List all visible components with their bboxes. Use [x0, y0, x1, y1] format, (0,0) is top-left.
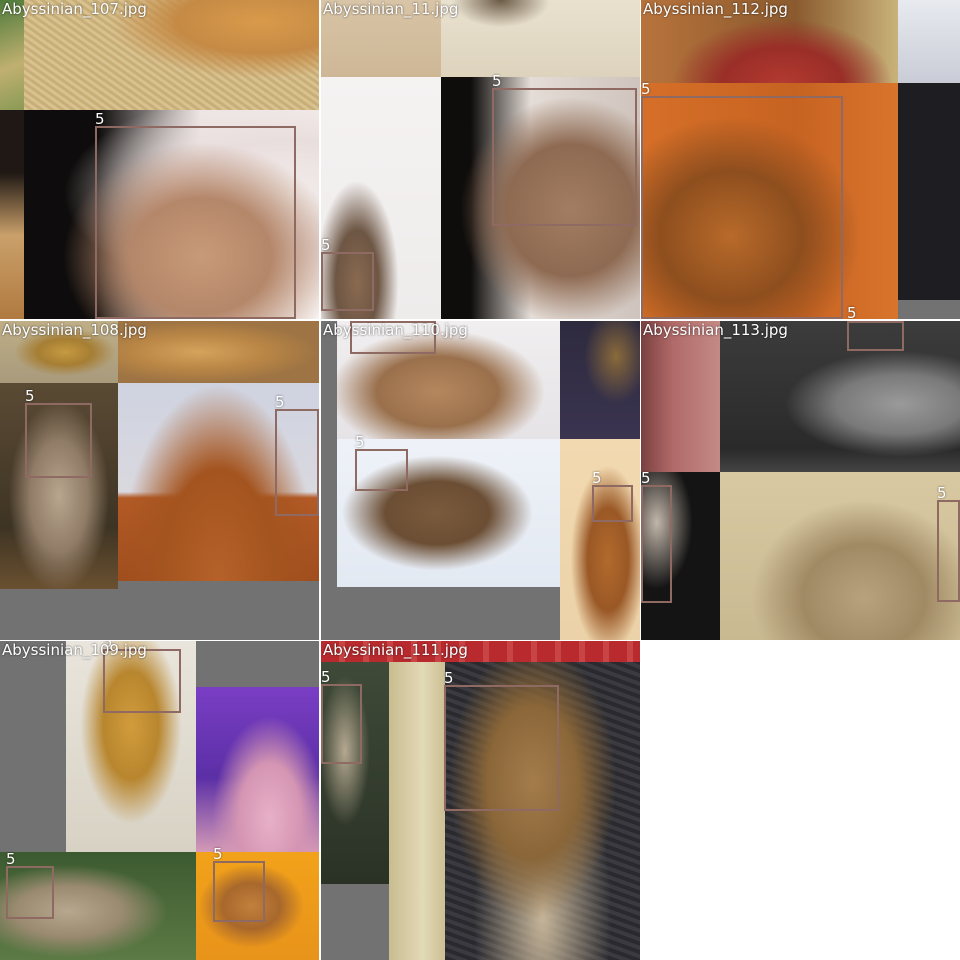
- bounding-box: [6, 866, 54, 919]
- image-filename: Abyssinian_110.jpg: [323, 321, 468, 339]
- image-filename: Abyssinian_108.jpg: [2, 321, 147, 339]
- bounding-box: [641, 96, 843, 319]
- bounding-box: [25, 403, 92, 478]
- box-class-label: 5: [641, 469, 651, 487]
- image-crop: [389, 662, 445, 960]
- box-class-label: 5: [275, 393, 285, 411]
- image-crop: [720, 472, 960, 640]
- bounding-box: [321, 252, 374, 311]
- box-class-label: 5: [847, 304, 857, 320]
- box-class-label: 5: [492, 72, 502, 90]
- image-crop: [118, 321, 319, 383]
- image-filename: Abyssinian_109.jpg: [2, 641, 147, 659]
- image-filename: Abyssinian_111.jpg: [323, 641, 468, 659]
- image-crop: [441, 0, 640, 77]
- box-class-label: 5: [25, 387, 35, 405]
- image-crop: [196, 687, 319, 852]
- box-class-label: 5: [937, 484, 947, 502]
- image-filename: Abyssinian_112.jpg: [643, 0, 788, 18]
- image-filename: Abyssinian_113.jpg: [643, 321, 788, 339]
- bounding-box: [641, 485, 672, 603]
- image-filename: Abyssinian_11.jpg: [323, 0, 459, 18]
- bounding-box: [321, 684, 362, 764]
- bounding-box: [937, 500, 960, 602]
- mosaic-tile: 5 5 Abyssinian_111.jpg: [321, 641, 640, 960]
- bounding-box: [213, 861, 265, 922]
- box-class-label: 5: [444, 669, 454, 687]
- box-class-label: 5: [847, 321, 857, 322]
- image-crop: [720, 321, 960, 472]
- image-filename: Abyssinian_107.jpg: [2, 0, 147, 18]
- box-class-label: 5: [641, 80, 651, 98]
- box-class-label: 5: [592, 469, 602, 487]
- image-crop: [0, 110, 24, 319]
- box-class-label: 5: [321, 236, 331, 254]
- mosaic-tile: 5 5 Abyssinian_11.jpg: [321, 0, 640, 319]
- bounding-box: [492, 88, 637, 226]
- mosaic-tile: 5 Abyssinian_107.jpg: [0, 0, 319, 319]
- box-class-label: 5: [213, 845, 223, 863]
- image-crop: [898, 83, 960, 300]
- box-class-label: 5: [95, 110, 105, 128]
- image-crop: [560, 321, 640, 439]
- image-crop: [641, 321, 720, 472]
- mosaic-tile: 5 5 5 Abyssinian_110.jpg: [321, 321, 640, 640]
- image-crop: [898, 0, 960, 83]
- image-mosaic: 5 Abyssinian_107.jpg 5 5 Abyssinian_11.j…: [0, 0, 960, 960]
- box-class-label: 5: [6, 850, 16, 868]
- box-class-label: 5: [355, 433, 365, 451]
- mosaic-tile: 5 5 5 Abyssinian_109.jpg: [0, 641, 319, 960]
- mosaic-tile: 5 5 Abyssinian_108.jpg: [0, 321, 319, 640]
- mosaic-tile: 5 5 5 Abyssinian_113.jpg: [641, 321, 960, 640]
- bounding-box: [444, 685, 559, 811]
- box-class-label: 5: [321, 668, 331, 686]
- mosaic-tile: 5 5 Abyssinian_112.jpg: [641, 0, 960, 319]
- bounding-box: [275, 409, 319, 516]
- bounding-box: [847, 321, 904, 351]
- bounding-box: [355, 449, 408, 491]
- bounding-box: [95, 126, 296, 319]
- bounding-box: [592, 485, 633, 522]
